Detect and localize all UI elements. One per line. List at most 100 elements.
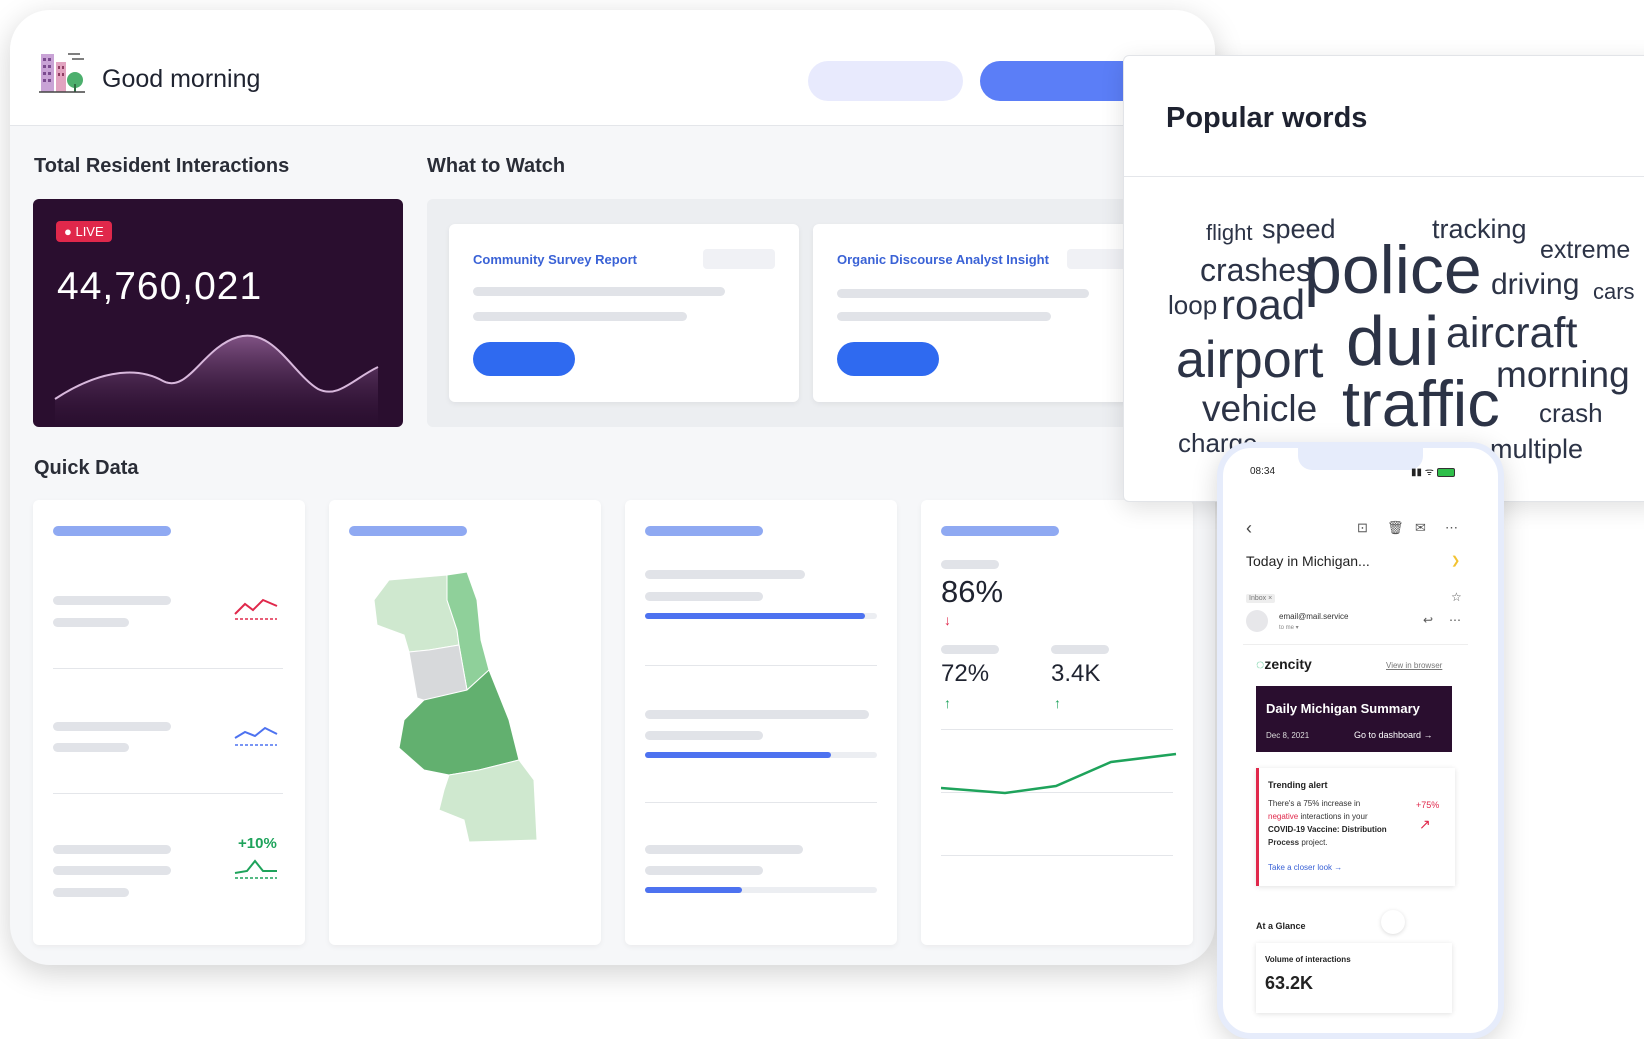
stat-b-value: 3.4K [1051, 660, 1101, 687]
city-logo-icon [39, 53, 85, 93]
placeholder-line [53, 722, 171, 731]
watch-card-title: Community Survey Report [473, 252, 637, 267]
quick-data-card-trends[interactable]: +10% [33, 500, 305, 945]
popular-words-panel: Popular words flight speed tracking extr… [1123, 55, 1644, 502]
word-cloud-word: vehicle [1202, 388, 1318, 429]
summary-title: Daily Michigan Summary [1266, 701, 1420, 716]
important-icon[interactable]: ❯ [1451, 554, 1460, 567]
arrow-up-icon: ↑ [1054, 695, 1061, 711]
placeholder-line [53, 743, 129, 752]
word-cloud-word: crash [1539, 398, 1603, 428]
alert-project-name: COVID-19 Vaccine: Distribution [1268, 825, 1387, 834]
progress-fill [645, 613, 866, 619]
placeholder-line [53, 618, 129, 627]
view-in-browser-link[interactable]: View in browser [1386, 661, 1442, 670]
signal-battery-icon: ▮▮ ᯤ [1411, 464, 1455, 478]
to-me-label[interactable]: to me ▾ [1279, 624, 1299, 631]
more-icon[interactable]: ⋯ [1445, 520, 1458, 536]
placeholder-line [645, 866, 763, 875]
watch-card-organic-discourse[interactable]: Organic Discourse Analyst Insight [813, 224, 1163, 402]
archive-icon[interactable]: ⊡ [1357, 520, 1368, 536]
placeholder-line [53, 866, 171, 875]
progress-bar [645, 613, 877, 619]
stat-line-chart [941, 752, 1177, 795]
panel-divider [1124, 176, 1644, 177]
what-to-watch-area: Community Survey Report Organic Discours… [427, 199, 1215, 427]
word-cloud-word: loop [1168, 290, 1218, 320]
quick-data-card-progress[interactable] [625, 500, 897, 945]
trend-spike-icon [234, 859, 277, 879]
placeholder-line [645, 570, 805, 579]
star-icon[interactable]: ☆ [1451, 590, 1462, 604]
stat-a-value: 72% [941, 660, 990, 687]
section-title-quick-data: Quick Data [34, 457, 139, 479]
delete-icon[interactable]: 🗑 [1387, 520, 1404, 536]
word-cloud-word: road [1221, 281, 1306, 328]
alert-line: negative interactions in your [1268, 812, 1368, 821]
alert-percent: +75% [1416, 800, 1440, 810]
trend-change-label: +10% [238, 835, 277, 852]
scroll-handle[interactable] [1381, 910, 1405, 934]
at-a-glance-title: At a Glance [1256, 921, 1306, 931]
reply-icon[interactable]: ↩ [1423, 613, 1433, 627]
placeholder-line [645, 710, 869, 719]
volume-card: Volume of interactions 63.2K [1256, 943, 1452, 1013]
word-cloud-word: extreme [1540, 236, 1631, 264]
card-accent-bar [349, 526, 467, 536]
word-cloud-word: multiple [1490, 434, 1584, 464]
placeholder-line [53, 596, 171, 605]
secondary-button[interactable] [808, 61, 963, 101]
section-title-what-to-watch: What to Watch [427, 155, 566, 177]
quick-data-card-stats[interactable]: 86% ↓ 72% 3.4K ↑ ↑ [921, 500, 1193, 945]
quick-data-card-map[interactable] [329, 500, 601, 945]
card-accent-bar [53, 526, 171, 536]
placeholder-line [837, 312, 1051, 321]
volume-value: 63.2K [1265, 973, 1314, 993]
watch-card-title: Organic Discourse Analyst Insight [837, 252, 1049, 267]
dashboard-window: Good morning Total Resident Interactions… [10, 10, 1215, 965]
live-wave-chart [54, 334, 379, 427]
watch-card-button[interactable] [473, 342, 575, 376]
email-divider [1243, 644, 1468, 645]
greeting-title: Good morning [102, 65, 261, 93]
popular-words-title: Popular words [1166, 102, 1368, 134]
word-cloud-word: traffic [1342, 367, 1500, 440]
placeholder-line [645, 731, 763, 740]
trending-alert-card[interactable]: Trending alert There's a 75% increase in… [1256, 768, 1455, 886]
phone-mockup: 08:34 ▮▮ ᯤ ‹ ⊡ 🗑 ✉ ⋯ Today in Michigan..… [1217, 442, 1504, 1039]
phone-notch [1298, 448, 1423, 470]
take-closer-look-link[interactable]: Take a closer look → [1268, 863, 1342, 872]
word-cloud-word: police [1304, 232, 1482, 308]
placeholder-line [1051, 645, 1109, 654]
more-icon[interactable]: ⋯ [1449, 613, 1461, 627]
word-cloud-word: driving [1491, 268, 1580, 301]
word-cloud-word: morning [1496, 354, 1630, 395]
phone-time: 08:34 [1250, 466, 1276, 477]
section-title-total-interactions: Total Resident Interactions [34, 155, 290, 177]
word-cloud-word: flight [1206, 220, 1253, 245]
summary-banner: Daily Michigan Summary Dec 8, 2021 Go to… [1256, 686, 1452, 752]
alert-line: Process project. [1268, 838, 1328, 847]
go-to-dashboard-link[interactable]: Go to dashboard → [1354, 730, 1433, 740]
arrow-down-icon: ↓ [944, 612, 951, 628]
card-accent-bar [645, 526, 763, 536]
watch-card-button[interactable] [837, 342, 939, 376]
progress-bar [645, 752, 877, 758]
word-cloud-word: dui [1346, 302, 1440, 380]
row-divider [645, 665, 877, 666]
placeholder-line [837, 289, 1089, 298]
inbox-tag[interactable]: Inbox × [1246, 594, 1276, 603]
trend-wave-icon [234, 726, 278, 746]
progress-fill [645, 887, 743, 893]
alert-title: Trending alert [1268, 780, 1328, 790]
progress-fill [645, 752, 831, 758]
placeholder-line [645, 845, 803, 854]
volume-label: Volume of interactions [1265, 955, 1351, 964]
live-interactions-card[interactable]: ● LIVE 44,760,021 [33, 199, 403, 427]
row-divider [53, 793, 283, 794]
mail-icon[interactable]: ✉ [1415, 520, 1426, 536]
progress-bar [645, 887, 877, 893]
trend-up-icon: ↗ [1419, 816, 1431, 832]
watch-card-community-survey[interactable]: Community Survey Report [449, 224, 799, 402]
back-icon[interactable]: ‹ [1246, 518, 1252, 539]
